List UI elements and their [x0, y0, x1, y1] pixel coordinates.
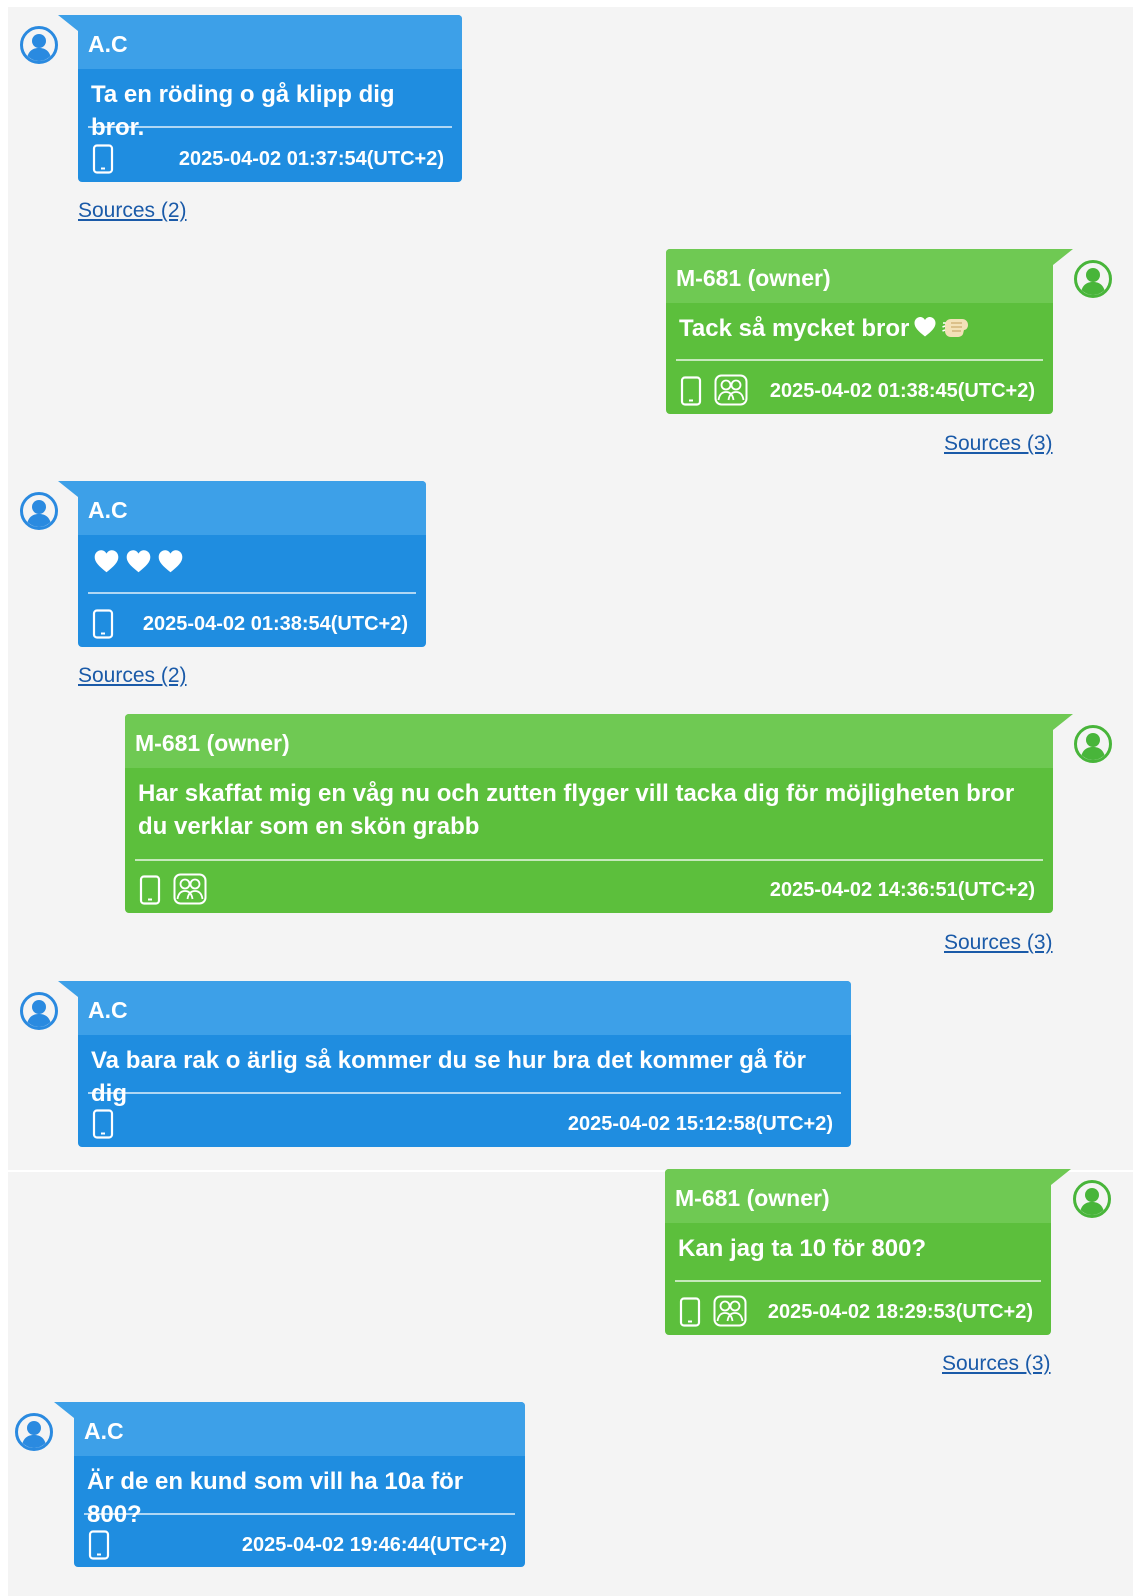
- message-header: M-681 (owner): [665, 1169, 1051, 1223]
- sources-link[interactable]: Sources (2): [78, 664, 187, 688]
- message-footer: 2025-04-02 01:38:54(UTC+2): [88, 607, 408, 643]
- message-footer: 2025-04-02 19:46:44(UTC+2): [84, 1528, 507, 1564]
- message-timestamp: 2025-04-02 18:29:53(UTC+2): [767, 1301, 1033, 1323]
- user-avatar-icon: [14, 1412, 54, 1452]
- message-bubble: M-681 (owner) Har skaffat mig en våg nu …: [125, 714, 1073, 913]
- message-text: Va bara rak o ärlig så kommer du se hur …: [91, 1047, 806, 1107]
- message-timestamp: 2025-04-02 01:38:54(UTC+2): [142, 613, 408, 635]
- bubble-tail: [58, 15, 78, 31]
- heart-emoji: [93, 548, 120, 575]
- message-timestamp: 2025-04-02 15:12:58(UTC+2): [567, 1113, 833, 1135]
- message-footer: 2025-04-02 01:37:54(UTC+2): [88, 142, 444, 178]
- message-header: M-681 (owner): [666, 249, 1053, 303]
- user-avatar-icon: [19, 991, 59, 1031]
- phone-icon: [139, 875, 161, 905]
- phone-icon: [92, 1109, 114, 1139]
- message-divider: [88, 592, 416, 594]
- message-footer: 2025-04-02 15:12:58(UTC+2): [88, 1107, 833, 1143]
- sources-link[interactable]: Sources (3): [942, 1352, 1051, 1376]
- sender-name: M-681 (owner): [675, 1185, 830, 1211]
- message-divider: [135, 859, 1043, 861]
- bubble-tail: [1051, 1169, 1071, 1185]
- message-timestamp: 2025-04-02 14:36:51(UTC+2): [769, 879, 1035, 901]
- heart-emoji: [125, 548, 152, 575]
- phone-icon: [680, 376, 702, 406]
- message-bubble: M-681 (owner) Kan jag ta 10 för 800? 202…: [665, 1169, 1071, 1335]
- message-bubble: A.C Är de en kund som vill ha 10a för 80…: [54, 1402, 525, 1567]
- message-text: Är de en kund som vill ha 10a för 800?: [87, 1468, 464, 1528]
- user-avatar-icon: [19, 25, 59, 65]
- message-header: M-681 (owner): [125, 714, 1053, 768]
- sources-link[interactable]: Sources (3): [944, 432, 1053, 456]
- sender-name: M-681 (owner): [676, 265, 831, 291]
- heart-emoji: [913, 315, 937, 339]
- message-footer: 2025-04-02 18:29:53(UTC+2): [675, 1295, 1033, 1331]
- phone-icon: [88, 1530, 110, 1560]
- message-text: [78, 535, 426, 581]
- sender-name: A.C: [88, 997, 128, 1023]
- message-bubble: A.C Va bara rak o ärlig så kommer du se …: [58, 981, 851, 1147]
- message-divider: [675, 1280, 1041, 1282]
- user-avatar-icon: [1072, 1179, 1112, 1219]
- user-avatar-icon: [1073, 724, 1113, 764]
- message-text: Har skaffat mig en våg nu och zutten fly…: [138, 780, 1015, 840]
- group-icon: [173, 873, 207, 905]
- sender-name: M-681 (owner): [135, 730, 290, 756]
- fist-bump-emoji: [942, 315, 970, 339]
- message-header: A.C: [78, 15, 462, 69]
- bubble-tail: [58, 481, 78, 497]
- message-divider: [88, 126, 452, 128]
- message-text: Kan jag ta 10 för 800?: [678, 1235, 927, 1262]
- user-avatar-icon: [1073, 259, 1113, 299]
- message-header: A.C: [78, 981, 851, 1035]
- bubble-tail: [54, 1402, 74, 1418]
- phone-icon: [92, 609, 114, 639]
- bubble-tail: [1053, 714, 1073, 730]
- phone-icon: [92, 144, 114, 174]
- message-text: Tack så mycket bror: [666, 303, 1053, 349]
- message-timestamp: 2025-04-02 01:38:45(UTC+2): [769, 380, 1035, 402]
- phone-icon: [679, 1297, 701, 1327]
- bubble-tail: [58, 981, 78, 997]
- sender-name: A.C: [88, 497, 128, 523]
- message-divider: [84, 1513, 515, 1515]
- message-footer: 2025-04-02 01:38:45(UTC+2): [676, 374, 1035, 410]
- message-text: Ta en röding o gå klipp dig bror.: [91, 81, 395, 141]
- message-bubble: A.C 2025-04-02 01:38:54(UTC+2): [58, 481, 426, 647]
- message-text-content: Tack så mycket bror: [679, 315, 910, 342]
- message-header: A.C: [78, 481, 426, 535]
- sources-link[interactable]: Sources (3): [944, 931, 1053, 955]
- message-timestamp: 2025-04-02 19:46:44(UTC+2): [241, 1534, 507, 1556]
- bubble-tail: [1053, 249, 1073, 265]
- message-header: A.C: [74, 1402, 525, 1456]
- user-avatar-icon: [19, 491, 59, 531]
- message-divider: [676, 359, 1043, 361]
- message-timestamp: 2025-04-02 01:37:54(UTC+2): [178, 148, 444, 170]
- message-footer: 2025-04-02 14:36:51(UTC+2): [135, 873, 1035, 909]
- message-divider: [88, 1092, 841, 1094]
- message-bubble: A.C Ta en röding o gå klipp dig bror. 20…: [58, 15, 462, 182]
- group-icon: [713, 1295, 747, 1327]
- group-icon: [714, 374, 748, 406]
- sources-link[interactable]: Sources (2): [78, 199, 187, 223]
- heart-emoji: [157, 548, 184, 575]
- sender-name: A.C: [88, 31, 128, 57]
- sender-name: A.C: [84, 1418, 124, 1444]
- message-bubble: M-681 (owner) Tack så mycket bror 2025-0…: [666, 249, 1073, 414]
